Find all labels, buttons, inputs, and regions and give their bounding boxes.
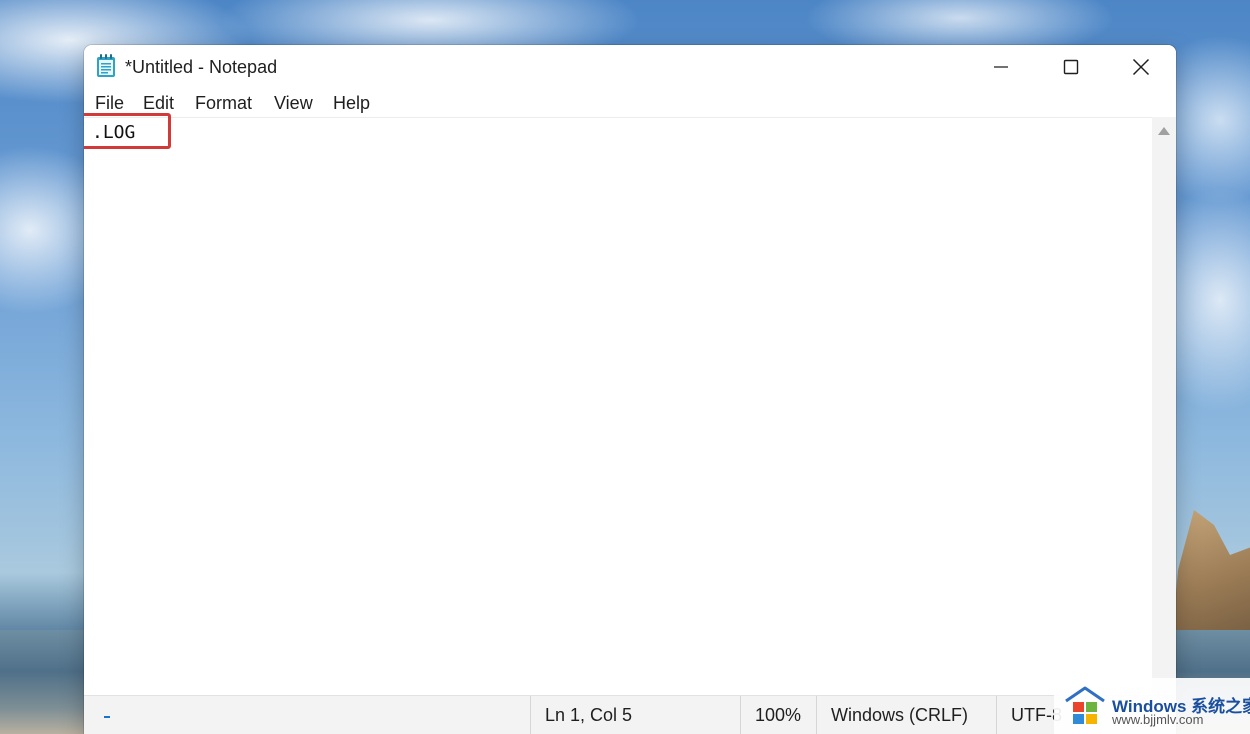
close-icon (1132, 58, 1150, 76)
menu-edit[interactable]: Edit (143, 93, 174, 114)
status-position: Ln 1, Col 5 (530, 696, 740, 734)
window-title: *Untitled - Notepad (125, 57, 278, 77)
watermark-url: www.bjjmlv.com (1112, 712, 1204, 727)
menu-file[interactable]: File (95, 93, 124, 114)
minimize-button[interactable] (966, 45, 1036, 89)
notepad-icon (96, 54, 116, 78)
status-line-ending: Windows (CRLF) (816, 696, 996, 734)
title-bar[interactable]: *Untitled - Notepad (84, 45, 1176, 89)
menu-view[interactable]: View (274, 93, 313, 114)
text-editor[interactable]: .LOG (84, 113, 1152, 696)
scroll-up-arrow-icon[interactable] (1158, 127, 1170, 135)
vertical-scrollbar[interactable] (1152, 117, 1176, 695)
notepad-window: *Untitled - Notepad File Edit Format Vie… (84, 45, 1176, 734)
status-indicator-icon (104, 716, 110, 718)
menu-bar: File Edit Format View Help (84, 89, 1176, 117)
status-zoom: 100% (740, 696, 816, 734)
close-button[interactable] (1106, 45, 1176, 89)
editor-content: .LOG (92, 122, 136, 143)
status-bar: Ln 1, Col 5 100% Windows (CRLF) UTF-8 (84, 695, 1176, 734)
maximize-button[interactable] (1036, 45, 1106, 89)
menu-format[interactable]: Format (195, 93, 252, 114)
maximize-icon (1063, 59, 1079, 75)
watermark: Windows 系统之家 www.bjjmlv.com (1054, 678, 1250, 734)
minimize-icon (994, 66, 1008, 68)
windows-logo-icon (1065, 686, 1105, 724)
menu-help[interactable]: Help (333, 93, 370, 114)
